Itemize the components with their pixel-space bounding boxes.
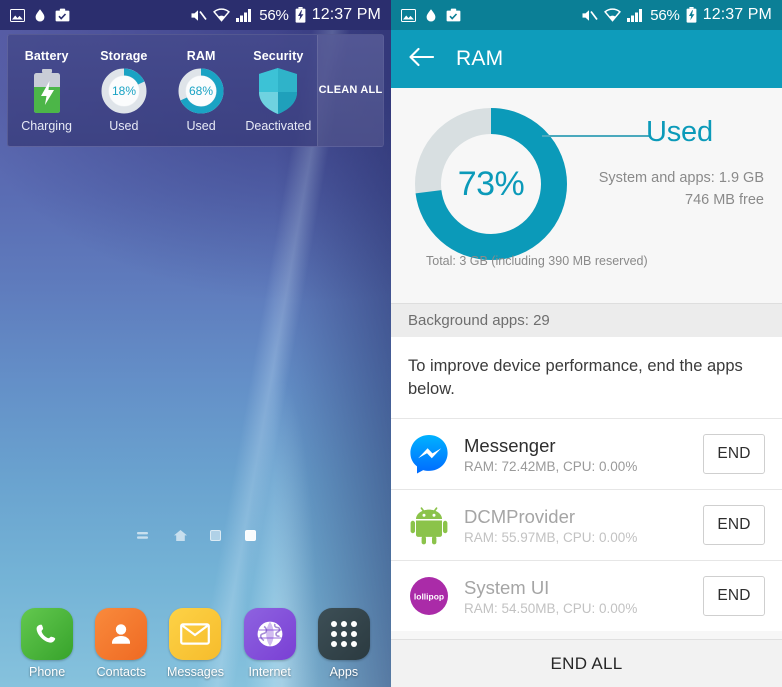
background-apps-header: Background apps: 29 <box>391 303 782 337</box>
droplet-icon <box>425 8 437 23</box>
dock: Phone Contacts Messages Internet Apps <box>0 608 391 679</box>
app-bar: RAM <box>391 30 782 88</box>
battery-percent-left: 56% <box>259 6 289 24</box>
wifi-icon <box>604 8 622 22</box>
dock-label: Apps <box>329 665 359 679</box>
table-row[interactable]: DCMProvider RAM: 55.97MB, CPU: 0.00% END <box>391 488 782 560</box>
dock-item-messages[interactable]: Messages <box>161 608 229 679</box>
messages-icon <box>169 608 222 660</box>
performance-hint: To improve device performance, end the a… <box>391 337 782 418</box>
svg-text:68%: 68% <box>189 84 213 98</box>
home-icon[interactable] <box>173 529 187 542</box>
droplet-icon <box>34 8 46 23</box>
messenger-icon <box>408 433 450 475</box>
free-memory-text: 746 MB free <box>685 191 764 208</box>
internet-icon <box>243 608 296 660</box>
dock-label: Phone <box>29 665 66 679</box>
leader-line <box>542 135 650 137</box>
end-button[interactable]: END <box>703 504 765 545</box>
image-icon <box>10 8 25 22</box>
quick-item-title: Storage <box>100 48 148 63</box>
signal-icon <box>236 8 253 22</box>
clean-all-button[interactable]: CLEAN ALL <box>317 35 383 146</box>
dock-label: Contacts <box>96 665 146 679</box>
quick-panel-item-ram[interactable]: RAM 68% Used <box>163 35 240 146</box>
shield-icon <box>257 64 299 118</box>
status-bar-left: 56% 12:37 PM <box>0 0 391 30</box>
clock-right: 12:37 PM <box>702 6 772 23</box>
quick-panel-item-battery[interactable]: Battery Charging <box>8 35 85 146</box>
quick-item-sub: Used <box>109 118 139 133</box>
back-arrow-icon[interactable] <box>408 47 435 72</box>
mute-icon <box>581 8 598 23</box>
status-bar-right: 56% 12:37 PM <box>391 0 782 30</box>
android-icon <box>408 504 450 546</box>
quick-item-title: Security <box>253 48 304 63</box>
svg-text:18%: 18% <box>112 84 136 98</box>
dock-label: Messages <box>166 665 224 679</box>
battery-charging-icon <box>295 7 306 23</box>
mute-icon <box>190 8 207 23</box>
page-dot-1[interactable] <box>209 530 221 541</box>
dock-item-contacts[interactable]: Contacts <box>87 608 155 679</box>
background-app-list: Messenger RAM: 72.42MB, CPU: 0.00% END D… <box>391 417 782 631</box>
home-screen: 56% 12:37 PM Battery Charging Storage 18… <box>0 0 391 687</box>
clock-left: 12:37 PM <box>311 6 381 23</box>
used-label: Used <box>646 116 713 148</box>
quick-panel-item-storage[interactable]: Storage 18% Used <box>85 35 162 146</box>
dock-label: Internet <box>248 665 291 679</box>
app-stats: RAM: 54.50MB, CPU: 0.00% <box>464 600 638 616</box>
lollipop-icon: lollipop <box>408 575 450 617</box>
quick-panel: Battery Charging Storage 18% Used RAM 68… <box>7 34 384 147</box>
quick-item-sub: Charging <box>21 118 72 133</box>
end-button[interactable]: END <box>703 433 765 474</box>
quick-item-sub: Used <box>186 118 216 133</box>
work-profile-icon <box>55 8 70 22</box>
page-title: RAM <box>456 47 504 70</box>
quick-item-sub: Deactivated <box>245 118 312 133</box>
end-all-button[interactable]: END ALL <box>391 639 782 687</box>
svg-text:lollipop: lollipop <box>414 591 444 601</box>
system-and-apps-text: System and apps: 1.9 GB <box>598 170 764 186</box>
table-row[interactable]: Messenger RAM: 72.42MB, CPU: 0.00% END <box>391 417 782 489</box>
image-icon <box>401 8 416 22</box>
dual-screenshot: 56% 12:37 PM Battery Charging Storage 18… <box>0 0 782 687</box>
app-stats: RAM: 55.97MB, CPU: 0.00% <box>464 529 638 545</box>
ram-donut-chart: 73% <box>411 104 571 269</box>
contacts-icon <box>95 608 148 660</box>
quick-item-title: RAM <box>186 48 216 63</box>
battery-charging-icon <box>686 7 697 23</box>
ram-percent-label: 73% <box>457 164 525 203</box>
page-indicator <box>0 529 391 542</box>
dock-item-apps[interactable]: Apps <box>310 608 378 679</box>
quick-item-title: Battery <box>24 48 69 63</box>
storage-donut-icon: 18% <box>99 64 149 118</box>
page-dot-2[interactable] <box>244 530 256 541</box>
end-button[interactable]: END <box>703 575 765 616</box>
ram-screen: 56% 12:37 PM RAM 73% Used System and app… <box>391 0 782 687</box>
ram-donut-icon: 68% <box>176 64 226 118</box>
app-name: DCMProvider <box>464 505 576 527</box>
dock-item-phone[interactable]: Phone <box>13 608 81 679</box>
table-row[interactable]: lollipop System UI RAM: 54.50MB, CPU: 0.… <box>391 559 782 631</box>
phone-icon <box>21 608 74 660</box>
app-stats: RAM: 72.42MB, CPU: 0.00% <box>464 458 638 474</box>
total-memory-text: Total: 3 GB (including 390 MB reserved) <box>426 254 648 268</box>
app-name: Messenger <box>464 434 556 456</box>
quick-panel-item-security[interactable]: Security Deactivated <box>240 35 317 146</box>
dock-item-internet[interactable]: Internet <box>236 608 304 679</box>
apps-grid-icon <box>317 608 370 660</box>
ram-detail: System and apps: 1.9 GB 746 MB free <box>599 168 764 212</box>
work-profile-icon <box>446 8 461 22</box>
battery-percent-right: 56% <box>650 6 680 24</box>
battery-charging-icon <box>32 64 62 118</box>
ram-summary: 73% Used System and apps: 1.9 GB 746 MB … <box>391 88 782 303</box>
wifi-icon <box>213 8 231 22</box>
app-name: System UI <box>464 576 550 598</box>
signal-icon <box>627 8 644 22</box>
list-icon[interactable] <box>136 529 149 542</box>
